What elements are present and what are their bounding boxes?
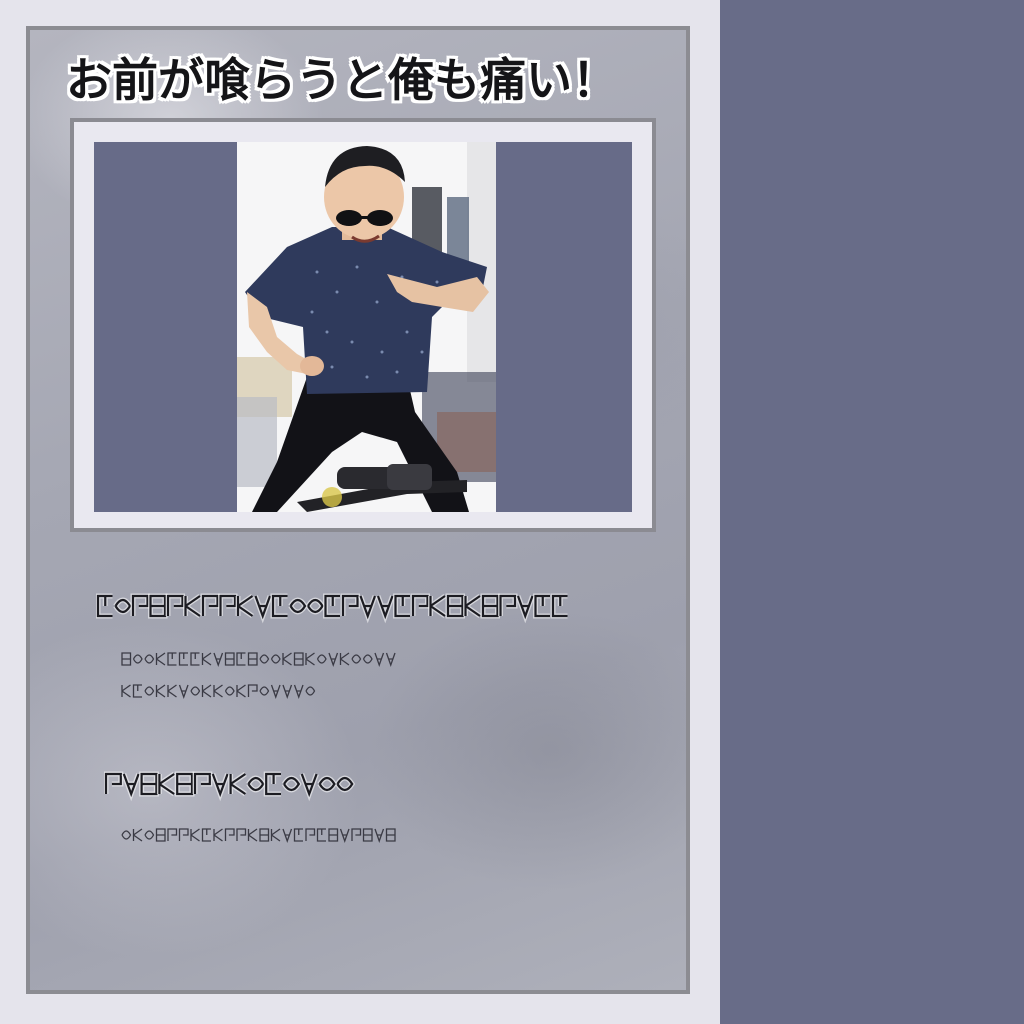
scribble-glyph [270,654,281,664]
scribble-glyph [167,828,178,841]
scribble-glyph [178,684,189,699]
scribble-glyph [144,654,155,664]
scribble-glyph [293,684,304,699]
scribble-glyph [316,654,327,664]
scribble-glyph [144,686,155,696]
photo-frame [70,118,656,532]
scribble-glyph [224,652,235,666]
scribble-glyph [270,828,281,842]
scribble-glyph [362,828,373,842]
scribble-glyph [293,828,303,842]
scribble-glyph [385,652,396,667]
scribble-glyph [328,828,339,842]
scribble-glyph-halo [428,593,447,619]
section-1-heading [96,586,576,628]
section-2-heading [104,764,364,806]
scribble-glyph [155,652,166,666]
scribble-glyph [155,828,166,842]
scribble-glyph [121,830,132,840]
scribble-glyph [293,652,304,666]
scribble-glyph [247,652,258,666]
scribble-glyph [213,652,224,667]
scribble-glyph [247,684,258,697]
headline: お前が喰らうと俺も痛い！ [66,53,618,107]
scribble-glyph [155,684,166,698]
scribble-glyph [351,828,362,841]
scribble-glyph [259,654,270,664]
scribble-glyph [178,828,189,841]
scribble-glyph [201,828,211,842]
section-1-line-1 [120,648,410,672]
scribble-glyph [132,828,143,842]
scribble-glyph [190,686,201,696]
scribble-glyph-halo [183,593,202,619]
scribble-glyph [121,652,132,666]
scribble-glyph [362,654,373,664]
section-1-heading-glyphs [96,593,568,624]
scribble-glyph [236,652,246,666]
scribble-glyph [328,652,339,667]
scribble-glyph [178,652,188,666]
section-2-line-1-glyphs [121,828,396,843]
scribble-glyph [121,684,131,698]
photo-illustration [237,142,496,512]
section-1-line-2 [120,680,320,704]
section-2-heading-glyphs [104,771,356,802]
scribble-glyph [236,828,247,841]
scribble-glyph [190,828,200,842]
scribble-glyph [213,684,223,698]
scribble-glyph-halo [235,593,254,619]
scribble-glyph [167,684,177,698]
scribble-glyph [259,828,270,842]
scribble-glyph [201,652,212,666]
scribble-glyph [167,652,177,666]
scribble-glyph [144,830,155,840]
scribble-glyph [316,828,326,842]
scribble-glyph [385,828,396,842]
scribble-glyph [305,652,315,666]
scribble-glyph [282,828,293,843]
scribble-glyph [282,684,293,699]
scribble-glyph [236,684,246,698]
scribble-glyph [132,684,142,698]
scribble-glyph [339,652,350,666]
scribble-glyph [305,828,316,841]
scribble-glyph [213,828,223,842]
scribble-glyph [247,828,258,842]
scribble-glyph-halo [156,771,176,797]
scribble-glyph [224,828,235,841]
scribble-glyph [132,654,143,664]
scribble-glyph-halo [463,593,482,619]
scribble-glyph [259,686,270,696]
scribble-glyph [339,828,350,843]
scribble-glyph [351,654,362,664]
scribble-glyph [374,652,385,667]
scribble-glyph [201,684,212,698]
scribble-glyph [374,828,385,843]
scribble-glyph [282,652,292,666]
content-card: お前が喰らうと俺も痛い！ [26,26,690,994]
dancing-person-photo [237,142,496,512]
right-side-panel [720,0,1024,1024]
scribble-glyph [190,652,200,666]
section-2-line-1 [120,824,410,848]
section-1-line-2-glyphs [121,684,316,699]
scribble-glyph-halo [228,771,247,797]
scribble-glyph [270,684,281,699]
section-1-line-1-glyphs [121,652,396,667]
scribble-glyph [224,686,235,696]
scribble-glyph [305,686,316,696]
photo-letterbox [94,142,632,512]
